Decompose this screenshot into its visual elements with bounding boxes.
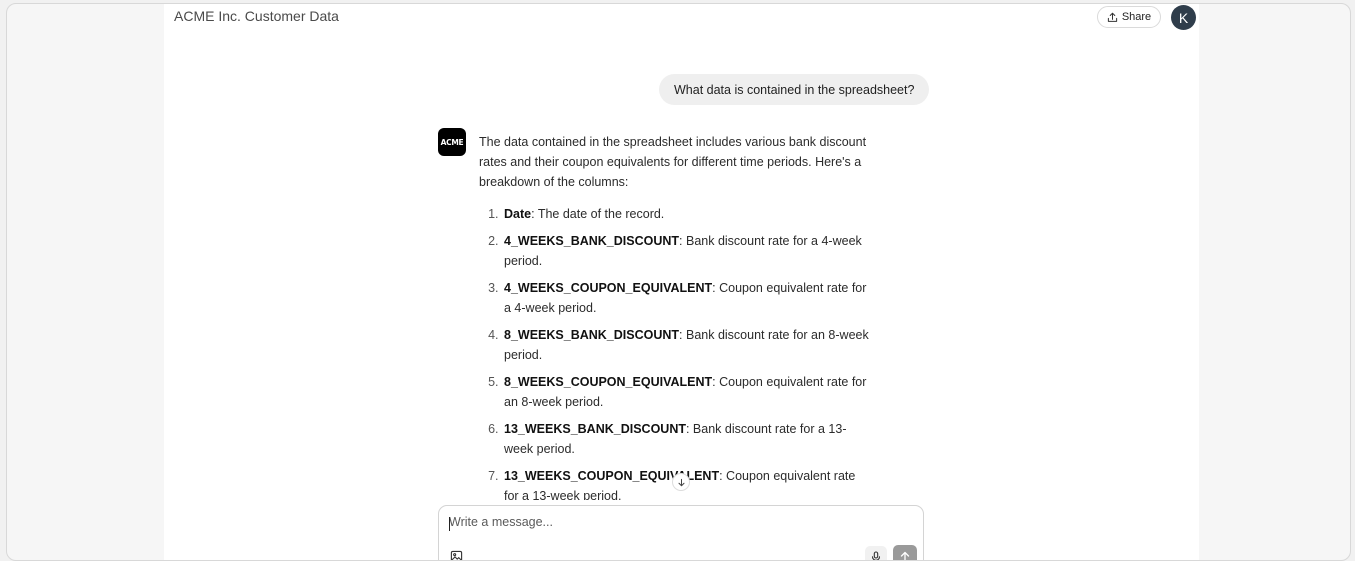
column-name: 4_WEEKS_COUPON_EQUIVALENT <box>504 281 713 295</box>
page-title: ACME Inc. Customer Data <box>174 8 339 24</box>
list-item: 4_WEEKS_BANK_DISCOUNT: Bank discount rat… <box>502 231 869 271</box>
column-name: 8_WEEKS_BANK_DISCOUNT <box>504 328 680 342</box>
column-description: : The date of the record. <box>531 207 665 221</box>
send-button[interactable] <box>893 545 917 560</box>
list-item: 8_WEEKS_COUPON_EQUIVALENT: Coupon equiva… <box>502 372 869 412</box>
assistant-message: The data contained in the spreadsheet in… <box>479 132 869 500</box>
user-message: What data is contained in the spreadshee… <box>659 74 930 105</box>
list-item: 13_WEEKS_BANK_DISCOUNT: Bank discount ra… <box>502 419 869 459</box>
assistant-intro: The data contained in the spreadsheet in… <box>479 135 867 189</box>
column-list: Date: The date of the record. 4_WEEKS_BA… <box>479 204 869 500</box>
list-item: Date: The date of the record. <box>502 204 869 224</box>
column-name: 4_WEEKS_BANK_DISCOUNT <box>504 234 680 248</box>
arrow-down-icon <box>677 478 685 486</box>
share-icon <box>1107 12 1117 22</box>
arrow-up-icon <box>900 551 910 560</box>
chat-canvas: ACME Inc. Customer Data Share K What dat… <box>164 4 1199 560</box>
user-avatar[interactable]: K <box>1171 5 1196 30</box>
text-caret <box>449 517 450 531</box>
column-name: 8_WEEKS_COUPON_EQUIVALENT <box>504 375 713 389</box>
share-button[interactable]: Share <box>1097 6 1161 28</box>
message-input[interactable] <box>449 515 849 529</box>
scroll-to-bottom-button[interactable] <box>672 473 690 491</box>
app-window: ACME Inc. Customer Data Share K What dat… <box>6 3 1351 561</box>
assistant-logo: ACME <box>438 128 466 156</box>
column-name: 13_WEEKS_BANK_DISCOUNT <box>504 422 686 436</box>
message-composer <box>438 505 924 561</box>
microphone-button[interactable] <box>865 546 887 560</box>
microphone-icon <box>871 551 881 560</box>
share-label: Share <box>1121 11 1152 23</box>
image-attach-icon[interactable] <box>450 550 463 561</box>
column-name: Date <box>504 207 532 221</box>
list-item: 4_WEEKS_COUPON_EQUIVALENT: Coupon equiva… <box>502 278 869 318</box>
list-item: 8_WEEKS_BANK_DISCOUNT: Bank discount rat… <box>502 325 869 365</box>
